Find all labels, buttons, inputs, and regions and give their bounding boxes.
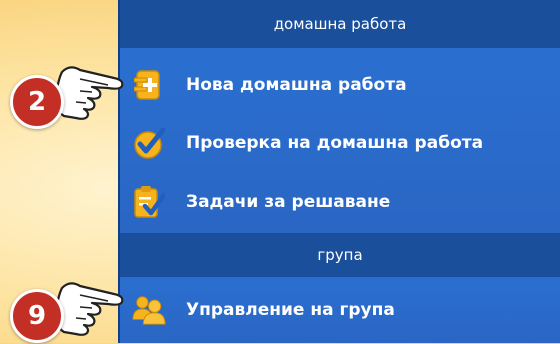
- tasks-icon: [132, 185, 166, 219]
- menu-item-label: Задачи за решаване: [186, 192, 391, 212]
- menu-panel: домашна работа Нова домашна работа Прове…: [118, 0, 560, 343]
- callout-badge: 9: [10, 289, 64, 343]
- menu-item-manage-group[interactable]: Управление на група: [120, 282, 560, 338]
- section-header-group: група: [120, 233, 560, 277]
- menu-item-tasks[interactable]: Задачи за решаване: [120, 174, 560, 230]
- checkmark-icon: [132, 126, 166, 160]
- menu-item-label: Нова домашна работа: [186, 75, 407, 95]
- group-users-icon: [132, 293, 166, 327]
- menu-item-label: Управление на група: [186, 300, 395, 320]
- section-header-homework: домашна работа: [120, 0, 560, 48]
- pointing-hand-icon: [54, 66, 124, 120]
- callout-badge: 2: [10, 75, 64, 129]
- callout-number: 2: [27, 87, 47, 117]
- callout-number: 9: [27, 301, 47, 331]
- pointing-hand-icon: [54, 282, 124, 336]
- section-title-group: група: [317, 246, 363, 264]
- menu-item-label: Проверка на домашна работа: [186, 133, 484, 153]
- new-homework-icon: [132, 68, 166, 102]
- menu-item-new-homework[interactable]: Нова домашна работа: [120, 57, 560, 113]
- section-title-homework: домашна работа: [273, 15, 407, 33]
- menu-item-check-homework[interactable]: Проверка на домашна работа: [120, 115, 560, 171]
